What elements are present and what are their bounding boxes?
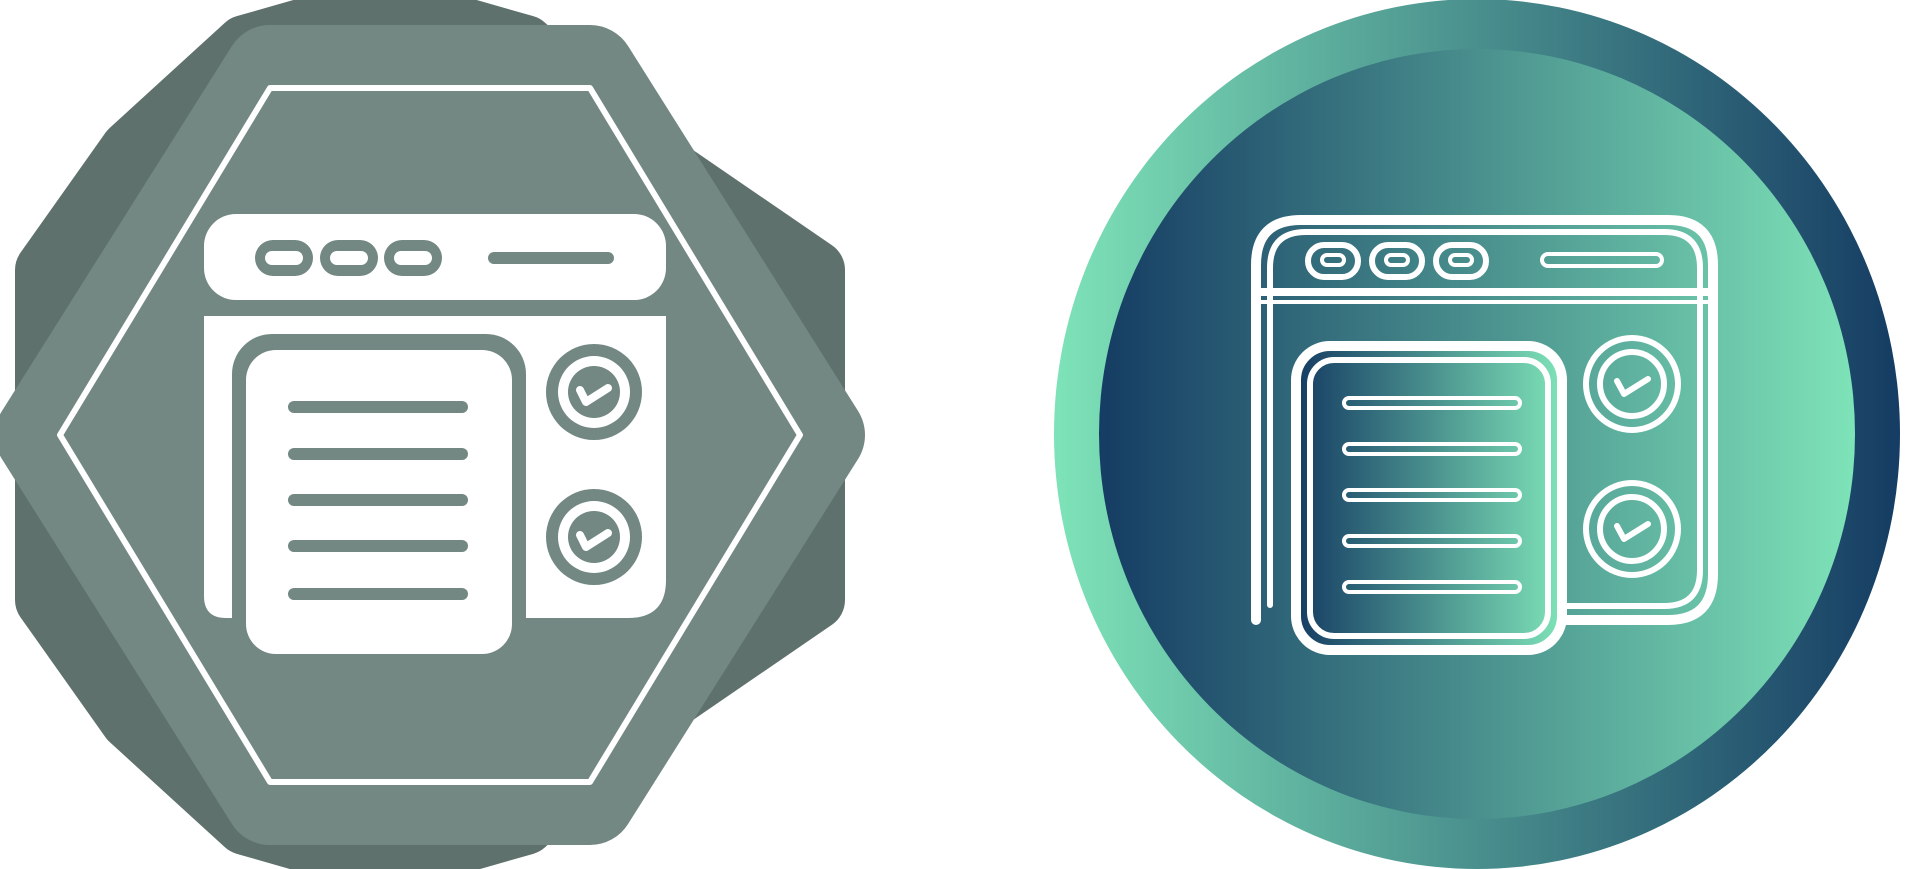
address-bar-line: [488, 252, 614, 264]
window-control-dots: [255, 240, 442, 276]
document-sheet-glyph: [232, 334, 526, 658]
browser-window-glyph: [204, 214, 666, 658]
browser-checklist-glyph-icon: [0, 0, 865, 869]
document-sheet-line: [1291, 341, 1567, 655]
browser-checklist-line-icon: [1054, 0, 1900, 869]
icon-set-canvas: [0, 0, 1920, 869]
check-circle-icon: [546, 489, 642, 585]
check-circle-icon: [546, 344, 642, 440]
